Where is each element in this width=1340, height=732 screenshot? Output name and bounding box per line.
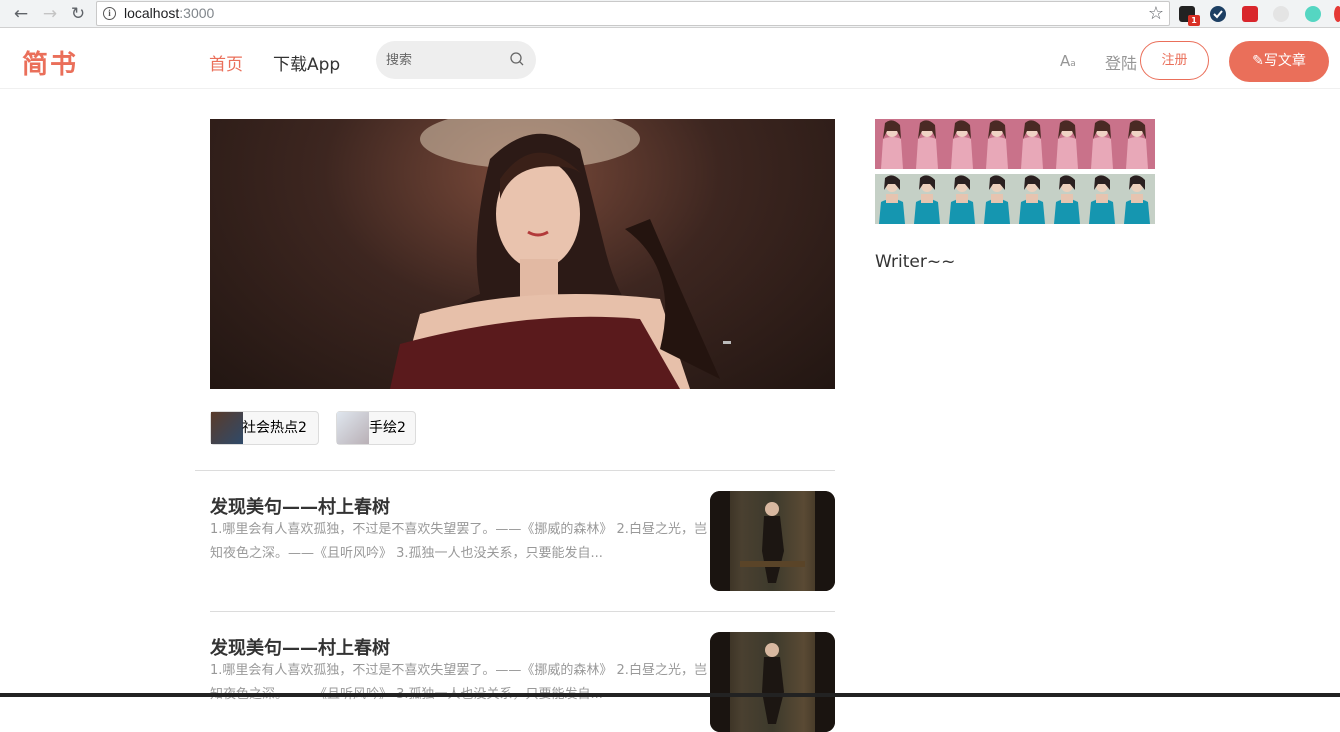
forward-icon[interactable]: → [40, 4, 60, 24]
bookmark-star-icon[interactable]: ☆ [1148, 3, 1164, 24]
register-button[interactable]: 注册 [1140, 41, 1209, 80]
recommend-banner-1[interactable] [875, 119, 1155, 169]
article-title[interactable]: 发现美句——村上春树 [210, 634, 390, 660]
window-bottom-edge [0, 693, 1340, 697]
reload-icon[interactable]: ↻ [68, 4, 88, 24]
browser-toolbar: ← → ↻ i localhost:3000 ☆ 1 [0, 0, 1340, 28]
recommend-banner-2[interactable] [875, 174, 1155, 224]
font-size-toggle[interactable]: Aa [1060, 52, 1076, 70]
color-extension-icon[interactable] [1305, 6, 1321, 22]
react-extension-icon[interactable] [1273, 6, 1289, 22]
red-extension-icon[interactable] [1334, 6, 1340, 22]
banner-image[interactable] [210, 119, 835, 389]
topic-thumbnail [211, 412, 243, 444]
back-icon[interactable]: ← [11, 4, 31, 24]
article-title[interactable]: 发现美句——村上春树 [210, 493, 390, 519]
site-header: 简书 首页 下载App Aa 登陆 注册 ✎写文章 [0, 29, 1340, 89]
search-input[interactable] [386, 49, 504, 71]
pencil-icon: ✎ [1252, 53, 1264, 69]
extension-badge: 1 [1188, 15, 1200, 26]
nav-home-link[interactable]: 首页 [209, 50, 243, 75]
url-text[interactable]: localhost:3000 [124, 5, 214, 21]
article-thumbnail[interactable] [710, 632, 835, 732]
address-bar[interactable]: i localhost:3000 ☆ [96, 1, 1170, 26]
writer-heading: Writer~~ [875, 252, 956, 272]
nav-download-app-link[interactable]: 下载App [273, 50, 340, 75]
article-divider [210, 611, 835, 612]
fe-extension-icon[interactable] [1242, 6, 1258, 22]
logo[interactable]: 简书 [22, 44, 78, 81]
topic-tag[interactable]: 社会热点2 [210, 411, 319, 445]
topic-tag[interactable]: 手绘2 [336, 411, 416, 445]
login-link[interactable]: 登陆 [1105, 50, 1137, 74]
article-description: 1.哪里会有人喜欢孤独，不过是不喜欢失望罢了。——《挪威的森林》 2.白昼之光，… [210, 522, 707, 561]
search-box [376, 41, 536, 79]
section-divider [195, 470, 835, 471]
info-icon[interactable]: i [103, 7, 116, 20]
article-description: 1.哪里会有人喜欢孤独，不过是不喜欢失望罢了。——《挪威的森林》 2.白昼之光，… [210, 663, 707, 702]
article-thumbnail[interactable] [710, 491, 835, 591]
write-article-button[interactable]: ✎写文章 [1229, 41, 1329, 82]
check-extension-icon[interactable] [1210, 6, 1226, 22]
search-icon[interactable] [509, 51, 525, 67]
topic-thumbnail [337, 412, 369, 444]
